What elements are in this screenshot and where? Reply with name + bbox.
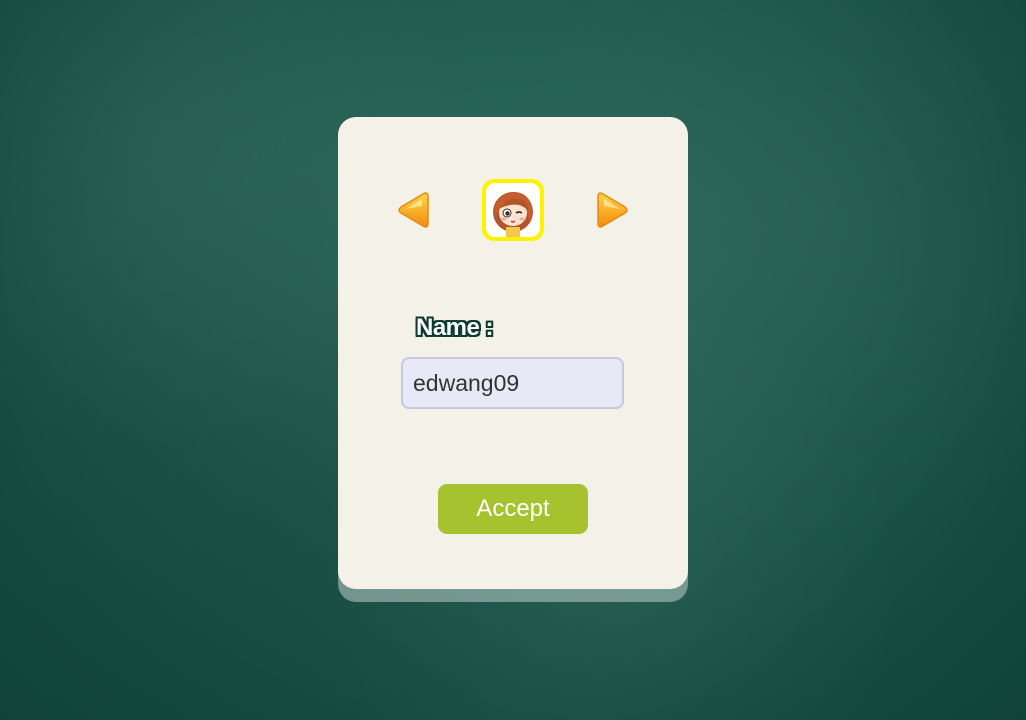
arrow-left-icon	[398, 192, 429, 228]
arrow-right-icon	[597, 192, 628, 228]
next-avatar-button[interactable]	[596, 191, 630, 229]
name-label: Name :	[416, 314, 494, 341]
avatar-preview[interactable]	[482, 179, 544, 241]
name-input[interactable]	[401, 357, 624, 409]
accept-button[interactable]: Accept	[438, 484, 588, 534]
previous-avatar-button[interactable]	[396, 191, 430, 229]
girl-avatar-icon	[486, 183, 540, 237]
